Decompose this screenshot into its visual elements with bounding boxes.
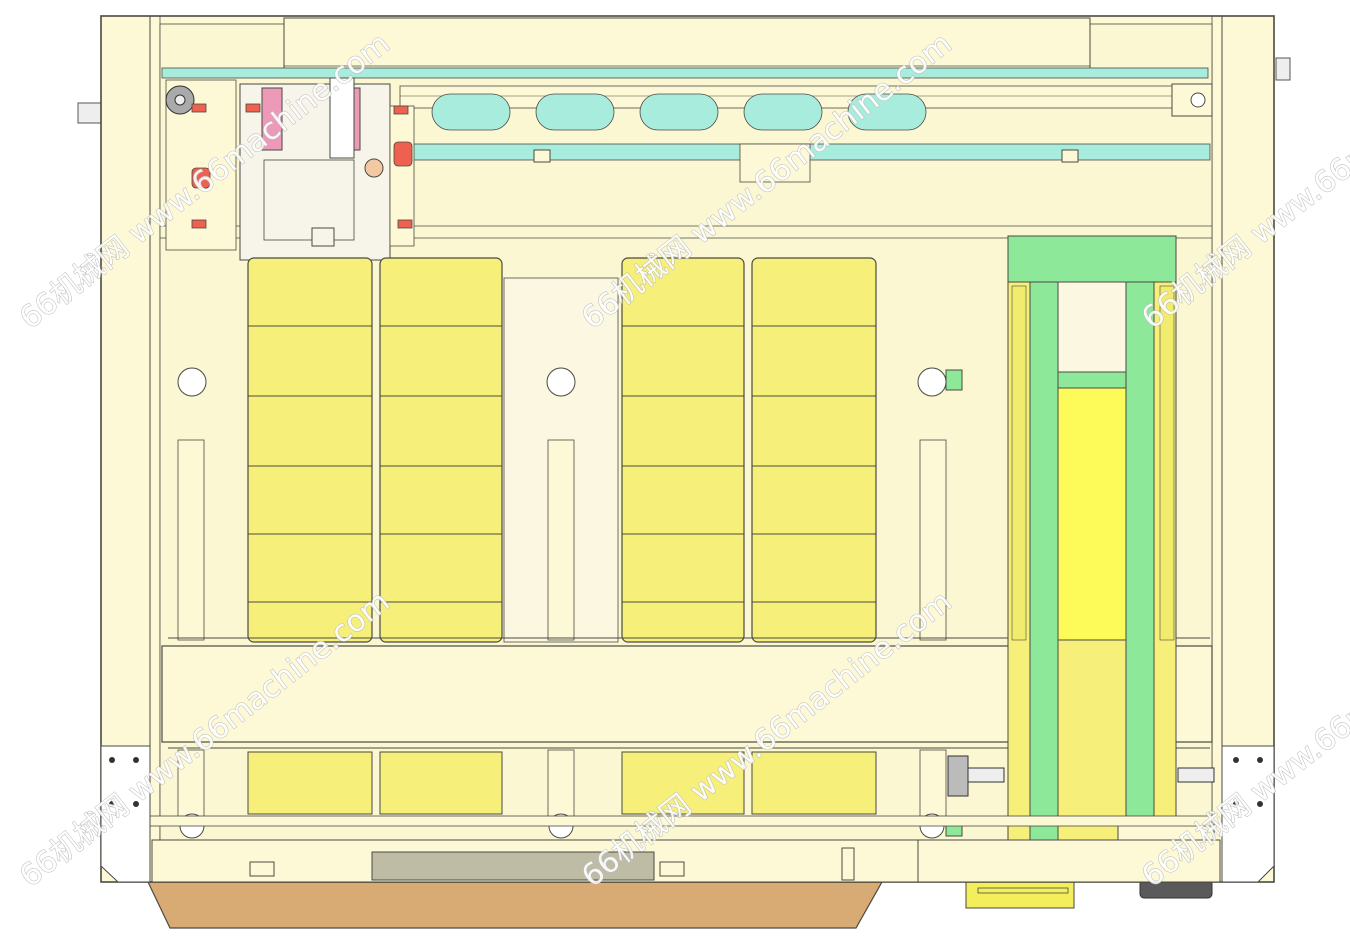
screw <box>1257 757 1263 763</box>
lift-slot-left <box>1011 285 1027 641</box>
rail-block <box>1061 149 1079 163</box>
gripper-plate-inner <box>263 159 355 241</box>
red-clamp <box>245 103 261 113</box>
lift-green-top <box>1007 235 1177 283</box>
tray-stack-3 <box>621 257 745 643</box>
lift-green-left <box>1029 239 1059 841</box>
post-ring <box>546 367 576 397</box>
tray-stack-4 <box>751 257 877 643</box>
red-clamp <box>393 141 413 167</box>
gripper-nut <box>364 158 384 178</box>
cyan-slot <box>535 93 615 131</box>
green-tab <box>945 369 963 391</box>
gear-shaft <box>967 767 1005 783</box>
gear-shaft-right <box>1177 767 1215 783</box>
tray-stack-body <box>379 257 503 643</box>
red-clamp <box>397 219 413 229</box>
red-clamp <box>191 103 207 113</box>
right-end-bolt <box>1190 92 1206 108</box>
post-ring <box>917 367 947 397</box>
post <box>547 439 575 641</box>
right-shaft <box>1275 57 1291 81</box>
bottom-clip <box>249 861 275 877</box>
right-foot <box>965 881 1075 909</box>
screw <box>1233 757 1239 763</box>
left-shaft <box>77 102 103 124</box>
lower-tray <box>247 751 373 815</box>
post <box>177 439 205 641</box>
tray-stack-2 <box>379 257 503 643</box>
base-plate <box>147 881 884 929</box>
lift-green-band <box>1057 371 1127 389</box>
tray-stack-body <box>247 257 373 643</box>
red-clamp <box>191 219 207 229</box>
gripper-tab <box>311 227 335 247</box>
tray-stack-1 <box>247 257 373 643</box>
rail-block <box>533 149 551 163</box>
bottom-clip <box>659 861 685 877</box>
lift-green-right <box>1125 239 1155 841</box>
red-clamp <box>393 105 409 115</box>
pulley-hub <box>174 94 186 106</box>
lower-tray <box>379 751 503 815</box>
lift-center-panel <box>1057 281 1127 373</box>
cyan-slot <box>639 93 719 131</box>
cyan-slot <box>431 93 511 131</box>
lower-tray <box>751 751 877 815</box>
post-lower <box>547 749 575 823</box>
gear-block <box>947 755 969 797</box>
screw <box>109 757 115 763</box>
machine-top-view-drawing: 66机械网 www.66machine.com 66机械网 www.66mach… <box>13 15 1350 929</box>
tray-stack-body <box>751 257 877 643</box>
screw <box>133 757 139 763</box>
lift-slot-right <box>1159 285 1175 641</box>
post-ring <box>177 367 207 397</box>
small-post <box>841 847 855 881</box>
tray-stack-body <box>621 257 745 643</box>
post-lower <box>919 749 947 823</box>
lift-bright-panel <box>1057 387 1127 641</box>
